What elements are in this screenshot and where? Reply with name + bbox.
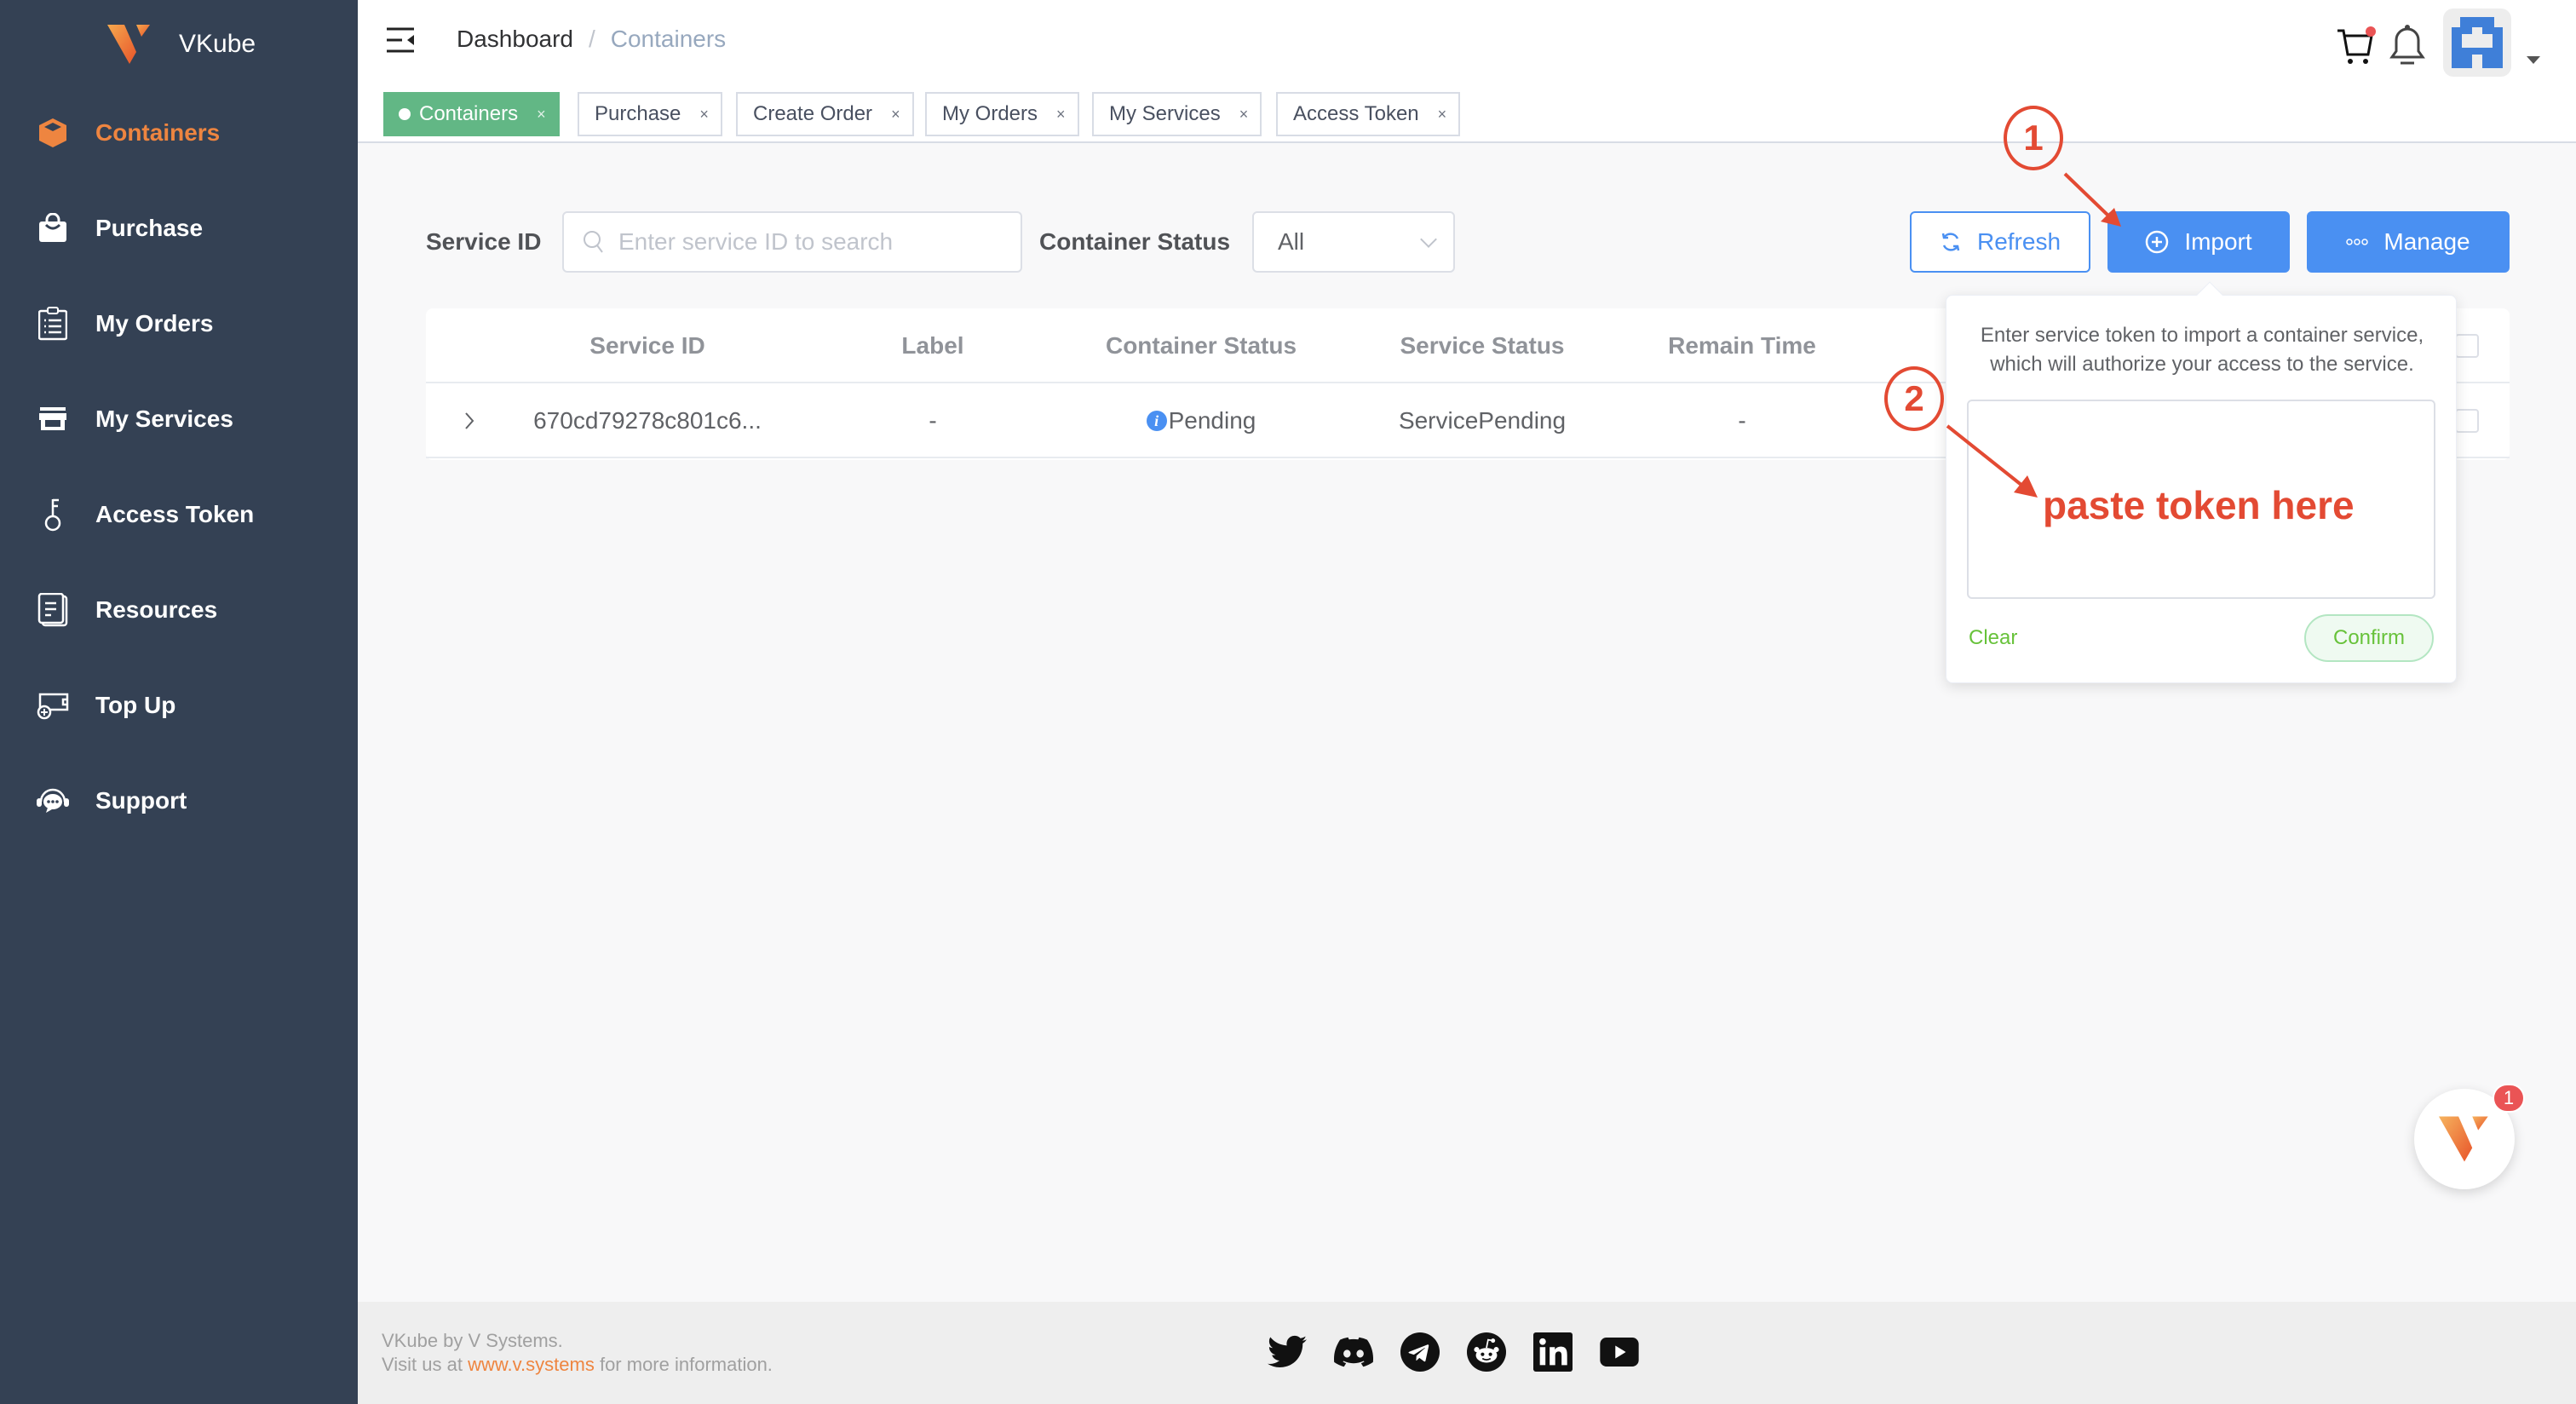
sidebar-item-purchase[interactable]: Purchase <box>0 194 358 262</box>
breadcrumb-separator: / <box>588 26 595 52</box>
sidebar-item-support[interactable]: Support <box>0 767 358 835</box>
container-status-select[interactable]: All <box>1252 211 1455 273</box>
more-dots-icon <box>2346 239 2369 245</box>
tags-view: Containers × Purchase × Create Order × My O… <box>358 85 2576 143</box>
popover-arrow <box>2196 281 2223 308</box>
cart-badge <box>2366 26 2376 37</box>
import-button[interactable]: Import <box>2107 211 2290 273</box>
cell-service-id[interactable]: 670cd79278c801c6... <box>511 383 784 458</box>
info-icon: i <box>1146 411 1167 431</box>
vkube-chat-logo-icon <box>2439 1116 2488 1162</box>
service-id-search[interactable] <box>562 211 1022 273</box>
row-checkbox[interactable] <box>2455 409 2479 433</box>
headset-chat-icon <box>36 784 70 818</box>
close-icon[interactable]: × <box>891 106 900 124</box>
tag-access-token[interactable]: Access Token × <box>1276 92 1461 136</box>
close-icon[interactable]: × <box>1438 106 1447 124</box>
reddit-icon[interactable] <box>1467 1332 1506 1372</box>
column-header-remain-time: Remain Time <box>1668 332 1816 359</box>
brand-name: VKube <box>179 30 256 58</box>
key-icon <box>36 498 70 532</box>
sidebar-item-my-orders[interactable]: My Orders <box>0 290 358 358</box>
manage-button[interactable]: Manage <box>2307 211 2510 273</box>
user-avatar[interactable] <box>2443 9 2511 77</box>
clipboard-list-icon <box>36 307 70 341</box>
popover-description: Enter service token to import a containe… <box>1980 324 2424 376</box>
sidebar-item-my-services[interactable]: My Services <box>0 385 358 453</box>
cube-icon <box>36 116 70 150</box>
menu-fold-icon[interactable] <box>387 27 416 53</box>
service-id-input[interactable] <box>618 228 993 256</box>
footer-text: VKube by V Systems. Visit us at www.v.sy… <box>382 1330 773 1375</box>
refresh-icon <box>1941 233 1960 251</box>
tag-purchase[interactable]: Purchase × <box>578 92 722 136</box>
documents-icon <box>36 593 70 627</box>
column-header-service-id: Service ID <box>589 332 705 359</box>
clear-button[interactable]: Clear <box>1969 626 2017 650</box>
select-all-checkbox[interactable] <box>2455 334 2479 358</box>
cell-remain-time: - <box>1738 407 1746 434</box>
refresh-button[interactable]: Refresh <box>1910 211 2090 273</box>
column-header-service-status: Service Status <box>1400 332 1565 359</box>
shopping-bag-icon <box>36 211 70 245</box>
telegram-icon[interactable] <box>1400 1332 1440 1372</box>
service-id-label: Service ID <box>426 228 542 255</box>
breadcrumb-current: Containers <box>610 26 727 52</box>
top-header: Dashboard / Containers <box>358 0 2576 85</box>
plus-circle-icon <box>2146 230 2169 254</box>
storefront-icon <box>36 402 70 436</box>
discord-icon[interactable] <box>1334 1332 1373 1372</box>
breadcrumb-dashboard[interactable]: Dashboard <box>457 26 573 53</box>
chat-unread-badge: 1 <box>2493 1084 2525 1113</box>
wallet-plus-icon <box>36 688 70 722</box>
vkube-logo-icon <box>107 25 150 64</box>
cart-icon[interactable] <box>2336 24 2377 65</box>
twitter-icon[interactable] <box>1268 1332 1307 1372</box>
chevron-down-icon <box>1420 231 1437 248</box>
column-header-container-status: Container Status <box>1105 332 1297 359</box>
close-icon[interactable]: × <box>1056 106 1066 124</box>
linkedin-icon[interactable] <box>1533 1332 1573 1372</box>
cell-service-status: ServicePending <box>1398 407 1567 434</box>
footer: VKube by V Systems. Visit us at www.v.sy… <box>358 1302 2576 1404</box>
breadcrumb: Dashboard / Containers <box>457 26 726 53</box>
container-status-label: Container Status <box>1039 228 1231 255</box>
sidebar-item-containers[interactable]: Containers <box>0 99 358 167</box>
active-dot <box>399 108 411 120</box>
confirm-button[interactable]: Confirm <box>2304 614 2434 662</box>
footer-link[interactable]: www.v.systems <box>468 1354 595 1375</box>
column-header-label: Label <box>901 332 964 359</box>
tag-my-services[interactable]: My Services × <box>1092 92 1262 136</box>
close-icon[interactable]: × <box>699 106 709 124</box>
close-icon[interactable]: × <box>1239 106 1249 124</box>
sidebar: VKube Containers Purchase My Orders My S… <box>0 0 358 1404</box>
bell-icon[interactable] <box>2389 24 2426 66</box>
expand-row-icon[interactable] <box>457 383 482 458</box>
cell-container-status: i Pending <box>1073 383 1329 458</box>
youtube-icon[interactable] <box>1600 1332 1639 1372</box>
brand[interactable]: VKube <box>107 20 256 68</box>
cell-label: - <box>929 407 937 434</box>
sidebar-item-top-up[interactable]: Top Up <box>0 671 358 739</box>
avatar-identicon-icon <box>2452 17 2503 68</box>
annotation-hint: paste token here <box>2043 483 2355 527</box>
social-links <box>1268 1332 1639 1372</box>
close-icon[interactable]: × <box>537 106 546 124</box>
tag-create-order[interactable]: Create Order × <box>736 92 914 136</box>
search-icon <box>584 231 603 253</box>
tag-my-orders[interactable]: My Orders × <box>925 92 1079 136</box>
tag-containers[interactable]: Containers × <box>383 92 560 136</box>
user-menu-caret-icon[interactable] <box>2527 56 2540 64</box>
sidebar-item-resources[interactable]: Resources <box>0 576 358 644</box>
container-status-value: All <box>1278 228 1305 255</box>
sidebar-item-access-token[interactable]: Access Token <box>0 480 358 549</box>
